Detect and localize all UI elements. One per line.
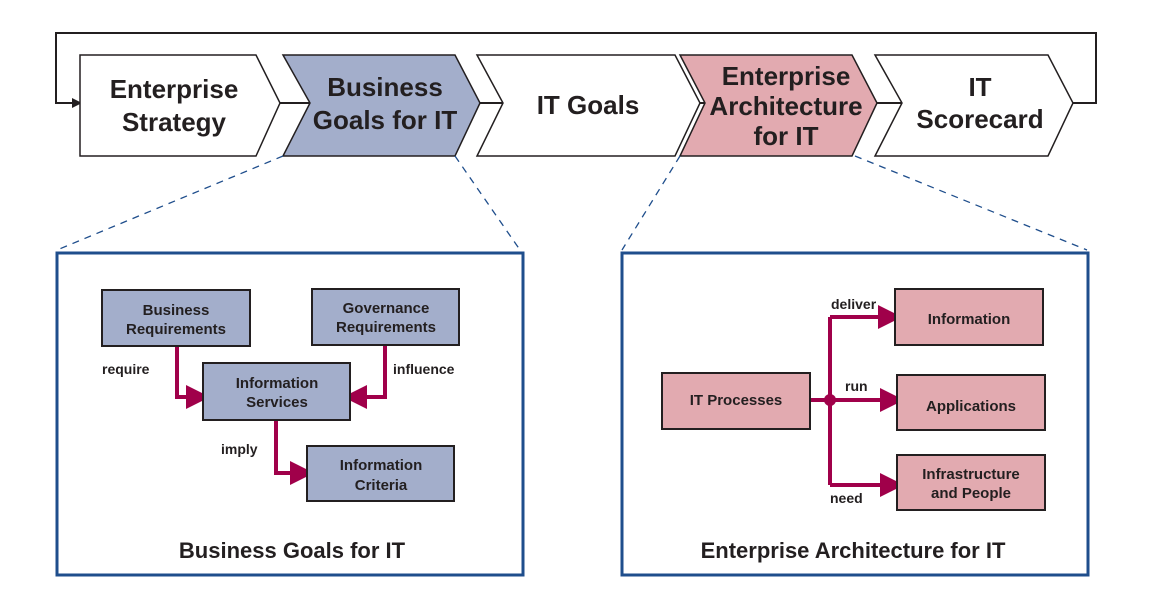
label-require: require [102, 361, 150, 377]
svg-text:Strategy: Strategy [122, 107, 227, 137]
svg-text:for IT: for IT [754, 121, 819, 151]
chevron-business-goals: Business Goals for IT [281, 54, 481, 157]
svg-text:Requirements: Requirements [336, 319, 436, 336]
governance-requirements-box: Governance Requirements [311, 288, 460, 346]
svg-text:IT: IT [968, 72, 991, 102]
left-panel-title: Business Goals for IT [179, 538, 406, 563]
svg-text:IT Goals: IT Goals [537, 90, 640, 120]
applications-box: Applications [896, 374, 1046, 431]
svg-text:Enterprise: Enterprise [722, 61, 851, 91]
chevron-enterprise-strategy: Enterprise Strategy [79, 54, 281, 157]
chevron-enterprise-architecture: Enterprise Architecture for IT [678, 54, 878, 157]
svg-text:Scorecard: Scorecard [916, 104, 1043, 134]
label-influence: influence [393, 361, 455, 377]
label-deliver: deliver [831, 296, 877, 312]
svg-text:Services: Services [246, 394, 308, 411]
svg-text:Information: Information [928, 311, 1011, 328]
svg-text:Requirements: Requirements [126, 321, 226, 338]
it-processes-box: IT Processes [661, 372, 811, 430]
label-imply: imply [221, 441, 258, 457]
svg-text:Applications: Applications [926, 398, 1016, 415]
svg-text:Information: Information [236, 375, 319, 392]
right-panel-title: Enterprise Architecture for IT [701, 538, 1006, 563]
label-need: need [830, 490, 863, 506]
svg-text:Infrastructure: Infrastructure [922, 466, 1020, 483]
information-services-box: Information Services [202, 362, 351, 421]
business-goals-panel: Business Requirements Governance Require… [55, 251, 525, 577]
svg-text:Business: Business [143, 302, 210, 319]
information-criteria-box: Information Criteria [306, 445, 455, 502]
svg-text:Enterprise: Enterprise [110, 74, 239, 104]
business-requirements-box: Business Requirements [101, 289, 251, 347]
it-governance-diagram: Enterprise Strategy Business Goals for I… [55, 32, 1097, 577]
svg-text:Goals for IT: Goals for IT [313, 105, 458, 135]
infrastructure-and-people-box: Infrastructure and People [896, 454, 1046, 511]
svg-text:Governance: Governance [343, 300, 430, 317]
junction-dot [824, 394, 836, 406]
enterprise-architecture-panel: IT Processes Information Applications In… [620, 251, 1090, 577]
svg-text:Architecture: Architecture [709, 91, 862, 121]
chevron-it-scorecard: IT Scorecard [873, 54, 1074, 157]
information-box: Information [894, 288, 1044, 346]
svg-text:Criteria: Criteria [355, 477, 408, 494]
svg-text:IT Processes: IT Processes [690, 392, 783, 409]
svg-text:and People: and People [931, 485, 1011, 502]
zoom-guide-lines [56, 155, 1088, 251]
svg-text:Business: Business [327, 72, 443, 102]
label-run: run [845, 378, 868, 394]
svg-text:Information: Information [340, 457, 423, 474]
chevron-it-goals: IT Goals [475, 54, 701, 157]
